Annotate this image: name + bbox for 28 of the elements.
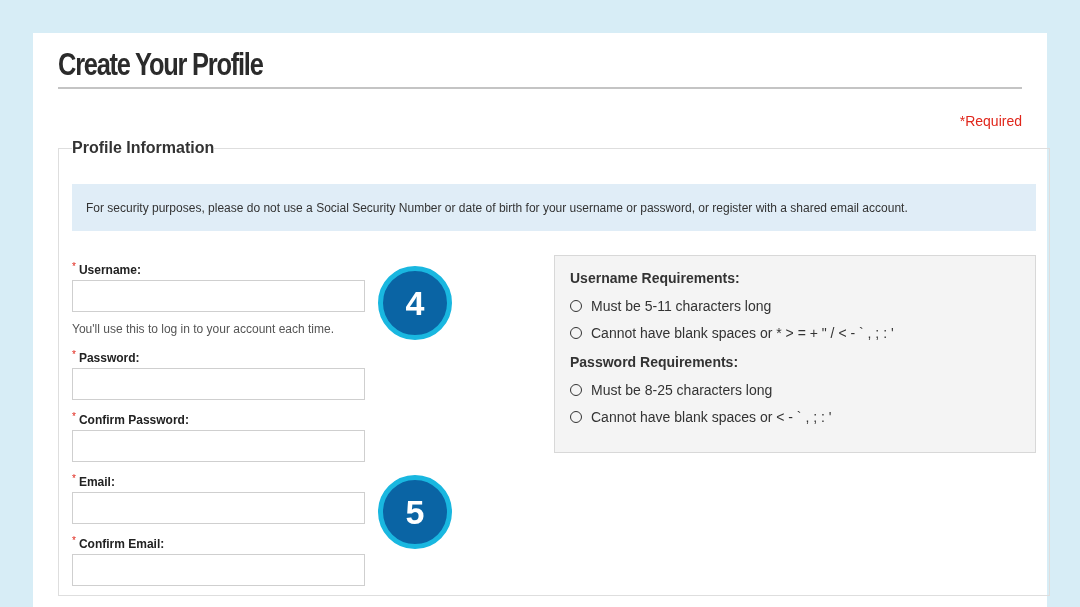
- requirements-heading: Username Requirements:: [570, 269, 741, 288]
- required-asterisk: *: [72, 349, 76, 361]
- requirement-text: Must be 5-11 characters long: [591, 296, 772, 316]
- page-title: Create Your Profile: [58, 46, 263, 84]
- field-label: Email:: [78, 474, 115, 491]
- field-label: Password:: [78, 350, 140, 367]
- required-asterisk: *: [72, 411, 76, 423]
- step-badge: 5: [378, 475, 452, 549]
- requirement-text: Cannot have blank spaces or < - ` , ; : ': [591, 407, 832, 427]
- security-notice: For security purposes, please do not use a Social Security Number or date of birth for your username or password, or register with a shared email account.: [72, 184, 1036, 231]
- text-field[interactable]: [72, 280, 365, 312]
- text-field[interactable]: [72, 554, 365, 586]
- requirement-text: Must be 8-25 characters long: [591, 380, 773, 400]
- text-field[interactable]: [72, 368, 365, 400]
- field-label: Confirm Email:: [78, 536, 165, 553]
- section-legend: Profile Information: [72, 136, 215, 160]
- field-label: Username:: [78, 262, 141, 279]
- text-field[interactable]: [72, 430, 365, 462]
- field-hint: You'll use this to log in to your account each time.: [72, 321, 335, 338]
- step-badge: 4: [378, 266, 452, 340]
- field-label: Confirm Password:: [78, 412, 189, 429]
- required-asterisk: *: [72, 473, 76, 485]
- text-field[interactable]: [72, 492, 365, 524]
- required-note: *Required: [959, 112, 1022, 131]
- required-asterisk: *: [72, 535, 76, 547]
- required-asterisk: *: [72, 261, 76, 273]
- requirements-heading: Password Requirements:: [570, 353, 740, 372]
- requirement-text: Cannot have blank spaces or * > = + " / < - ` , ; : ': [591, 323, 894, 343]
